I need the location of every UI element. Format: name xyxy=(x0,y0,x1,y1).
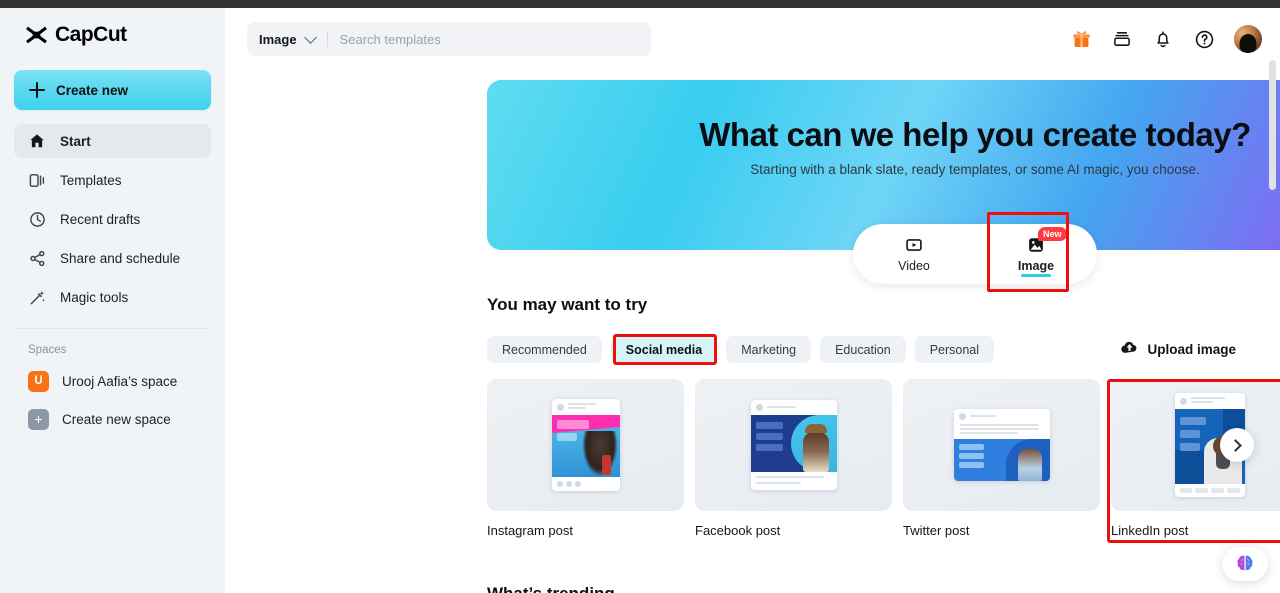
template-card-label: Twitter post xyxy=(903,523,970,538)
magic-wand-icon xyxy=(28,288,46,306)
carousel-next-button[interactable] xyxy=(1220,428,1254,462)
gift-icon[interactable] xyxy=(1070,28,1092,50)
share-icon xyxy=(28,249,46,267)
create-new-button[interactable]: Create new xyxy=(14,70,211,110)
chevron-down-icon xyxy=(303,30,317,44)
chip-social-media[interactable]: Social media xyxy=(610,336,718,363)
template-thumbnail xyxy=(903,379,1100,511)
spaces-heading: Spaces xyxy=(28,344,67,356)
mode-tab-image-underline xyxy=(1021,274,1051,277)
templates-icon xyxy=(28,171,46,189)
upload-image-label: Upload image xyxy=(1147,341,1236,357)
mode-tab-video-label: Video xyxy=(898,259,930,273)
thumbnail-mockup xyxy=(953,409,1050,481)
sidebar-item-start-label: Start xyxy=(60,133,91,149)
capcut-logo-text: CapCut xyxy=(55,23,127,46)
hero-banner: What can we help you create today? Start… xyxy=(487,80,1280,284)
archive-icon[interactable] xyxy=(1111,28,1133,50)
chevron-right-icon xyxy=(1229,438,1242,452)
chip-label: Marketing xyxy=(741,342,797,357)
clock-icon xyxy=(28,210,46,228)
mode-toggle: Video New Image xyxy=(853,224,1097,284)
search-input[interactable] xyxy=(339,31,639,47)
template-thumbnail xyxy=(695,379,892,511)
plus-icon xyxy=(29,82,45,98)
thumbnail-mockup xyxy=(551,399,620,491)
template-card-list: Instagram post Facebook post Twitter pos… xyxy=(487,379,1280,538)
page-title: What can we help you create today? xyxy=(699,116,1251,153)
template-card-label: LinkedIn post xyxy=(1111,523,1189,538)
category-chips: Recommended Social media Marketing Educa… xyxy=(487,336,995,363)
template-card-facebook-post[interactable]: Facebook post xyxy=(695,379,892,538)
main-content: Image Search templates What can we help … xyxy=(225,8,1280,593)
thumbnail-mockup xyxy=(750,400,837,490)
sidebar-item-recent-drafts-label: Recent drafts xyxy=(60,211,141,227)
new-badge: New xyxy=(1038,227,1067,241)
page-subtitle: Starting with a blank slate, ready templ… xyxy=(750,162,1200,177)
trending-section-title: What’s trending xyxy=(487,584,615,593)
mode-tab-image-label: Image xyxy=(1017,259,1055,273)
chip-education[interactable]: Education xyxy=(820,336,906,363)
space-item-create-new-space[interactable]: + Create new space xyxy=(14,402,211,436)
avatar[interactable] xyxy=(1234,25,1262,53)
ai-brain-icon xyxy=(1237,555,1253,572)
chip-personal[interactable]: Personal xyxy=(914,336,995,363)
capcut-app: CapCut Create new Start Templates Recent… xyxy=(0,8,1280,593)
sidebar-item-templates-label: Templates xyxy=(60,172,122,188)
chip-label: Personal xyxy=(929,342,980,357)
create-new-label: Create new xyxy=(56,82,129,98)
sidebar: CapCut Create new Start Templates Recent… xyxy=(0,8,225,593)
search-scope-label: Image xyxy=(259,31,297,47)
capcut-logo[interactable]: CapCut xyxy=(14,8,211,62)
upload-image-button[interactable]: Upload image xyxy=(1112,338,1236,360)
search-scope-dropdown[interactable]: Image xyxy=(259,30,317,47)
template-card-label: Instagram post xyxy=(487,523,573,538)
sidebar-nav: Start Templates Recent drafts Share and … xyxy=(14,124,211,314)
sidebar-item-recent-drafts[interactable]: Recent drafts xyxy=(14,202,211,236)
sidebar-item-magic-tools-label: Magic tools xyxy=(60,289,129,305)
chip-label: Recommended xyxy=(502,342,587,357)
scrollbar-track[interactable] xyxy=(1269,8,1278,593)
topbar: Image xyxy=(225,8,1280,70)
plus-badge-icon: + xyxy=(28,408,49,430)
sidebar-item-share-and-schedule-label: Share and schedule xyxy=(60,250,181,266)
sidebar-item-templates[interactable]: Templates xyxy=(14,163,211,197)
template-thumbnail xyxy=(487,379,684,511)
chip-label: Social media xyxy=(625,342,703,357)
template-card-linkedin-post[interactable]: LinkedIn post xyxy=(1111,379,1280,538)
bell-icon[interactable] xyxy=(1152,28,1174,50)
space-item-urooj-aafia[interactable]: U Urooj Aafia’s space xyxy=(14,364,211,398)
sidebar-item-magic-tools[interactable]: Magic tools xyxy=(14,280,211,314)
chip-marketing[interactable]: Marketing xyxy=(726,336,812,363)
search-bar[interactable]: Image xyxy=(247,22,651,56)
video-icon xyxy=(904,235,924,255)
chip-recommended[interactable]: Recommended xyxy=(487,336,602,363)
topbar-icons xyxy=(1070,25,1262,53)
chip-label: Education xyxy=(835,342,891,357)
template-card-twitter-post[interactable]: Twitter post xyxy=(903,379,1100,538)
image-icon: New xyxy=(1026,227,1067,255)
sidebar-item-start[interactable]: Start xyxy=(14,124,211,158)
ai-assistant-button[interactable] xyxy=(1222,547,1268,581)
help-icon[interactable] xyxy=(1193,28,1215,50)
mode-tab-video[interactable]: Video xyxy=(853,224,975,284)
search-divider xyxy=(326,31,328,47)
browser-chrome-bar xyxy=(0,0,1280,8)
space-avatar-badge: U xyxy=(28,370,49,392)
scrollbar-thumb[interactable] xyxy=(1269,60,1276,190)
section-title: You may want to try xyxy=(487,295,648,314)
create-new-space-label: Create new space xyxy=(62,411,171,427)
sidebar-item-share-and-schedule[interactable]: Share and schedule xyxy=(14,241,211,275)
capcut-logo-icon xyxy=(26,26,47,44)
mode-tab-image[interactable]: New Image xyxy=(975,224,1097,284)
template-thumbnail xyxy=(1111,379,1280,511)
sidebar-divider xyxy=(18,328,207,329)
template-card-instagram-post[interactable]: Instagram post xyxy=(487,379,684,538)
home-icon xyxy=(28,132,46,150)
space-item-label: Urooj Aafia’s space xyxy=(62,373,178,389)
template-card-label: Facebook post xyxy=(695,523,781,538)
upload-cloud-icon xyxy=(1120,338,1139,360)
